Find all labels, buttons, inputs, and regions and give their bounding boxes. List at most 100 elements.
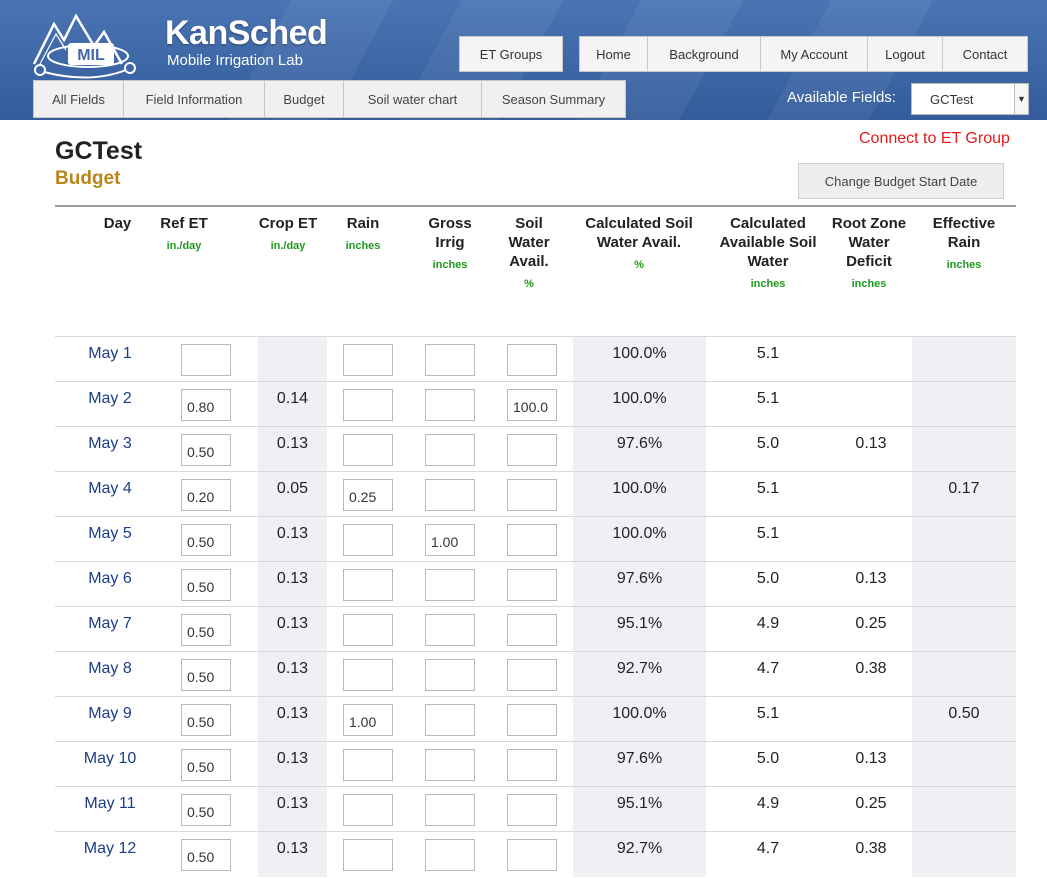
ref-et-input[interactable]: 0.50 [181, 794, 231, 826]
gross-irrig-input[interactable] [425, 434, 475, 466]
ref-et-input[interactable]: 0.50 [181, 704, 231, 736]
rain-input[interactable] [343, 569, 393, 601]
tab-all-fields[interactable]: All Fields [33, 80, 124, 118]
ref-et-input[interactable]: 0.80 [181, 389, 231, 421]
table-cell [327, 517, 409, 562]
ref-et-input[interactable]: 0.50 [181, 659, 231, 691]
soil-water-input[interactable] [507, 659, 557, 691]
change-budget-start-date-button[interactable]: Change Budget Start Date [798, 163, 1004, 199]
day-cell[interactable]: May 2 [55, 382, 165, 427]
table-row: May 1 100.0% 5.1 [55, 336, 1016, 382]
gross-irrig-input[interactable] [425, 839, 475, 871]
brand-title[interactable]: KanSched [165, 14, 328, 53]
effective-rain-cell: 0.50 [912, 697, 1016, 742]
nav-home[interactable]: Home [579, 36, 648, 72]
rain-input[interactable] [343, 749, 393, 781]
calc-available-soil-water-cell: 4.9 [756, 615, 780, 632]
soil-water-input[interactable] [507, 344, 557, 376]
field-select[interactable]: GCTest ▼ [911, 83, 1029, 115]
day-cell[interactable]: May 4 [55, 472, 165, 517]
ref-et-input[interactable]: 0.50 [181, 524, 231, 556]
gross-irrig-input[interactable] [425, 389, 475, 421]
table-cell [491, 562, 573, 607]
soil-water-input[interactable] [507, 704, 557, 736]
soil-water-input[interactable] [507, 479, 557, 511]
rain-input[interactable] [343, 839, 393, 871]
tab-season-summary[interactable]: Season Summary [481, 80, 626, 118]
tab-field-information[interactable]: Field Information [123, 80, 265, 118]
table-cell [409, 697, 491, 742]
gross-irrig-input[interactable] [425, 344, 475, 376]
ref-et-input[interactable]: 0.50 [181, 839, 231, 871]
calc-available-soil-water-cell: 5.1 [756, 525, 780, 542]
tab-soil-water-chart[interactable]: Soil water chart [343, 80, 482, 118]
soil-water-input[interactable] [507, 614, 557, 646]
day-cell[interactable]: May 7 [55, 607, 165, 652]
caret-down-icon[interactable]: ▼ [1014, 84, 1028, 114]
table-cell [409, 427, 491, 472]
day-cell[interactable]: May 9 [55, 697, 165, 742]
nav-logout[interactable]: Logout [867, 36, 943, 72]
day-cell[interactable]: May 11 [55, 787, 165, 832]
day-cell[interactable]: May 12 [55, 832, 165, 877]
tab-budget[interactable]: Budget [264, 80, 344, 118]
gross-irrig-input[interactable] [425, 794, 475, 826]
nav-background[interactable]: Background [647, 36, 761, 72]
rain-input[interactable] [343, 344, 393, 376]
day-cell[interactable]: May 1 [55, 337, 165, 382]
calc-available-soil-water-cell: 5.1 [756, 705, 780, 722]
crop-et-cell: 0.13 [258, 652, 327, 697]
connect-et-group-link[interactable]: Connect to ET Group [859, 130, 1010, 148]
ref-et-input[interactable]: 0.50 [181, 434, 231, 466]
soil-water-input[interactable] [507, 839, 557, 871]
rain-input[interactable] [343, 524, 393, 556]
day-cell[interactable]: May 8 [55, 652, 165, 697]
rain-input[interactable] [343, 659, 393, 691]
ref-et-input[interactable]: 0.50 [181, 749, 231, 781]
ref-et-input[interactable] [181, 344, 231, 376]
effective-rain-cell [912, 787, 1016, 832]
soil-water-input[interactable] [507, 749, 557, 781]
soil-water-input[interactable] [507, 524, 557, 556]
soil-water-input[interactable] [507, 434, 557, 466]
rain-input[interactable]: 1.00 [343, 704, 393, 736]
table-cell: 0.50 [165, 427, 258, 472]
table-cell [409, 832, 491, 877]
rain-input[interactable]: 0.25 [343, 479, 393, 511]
rain-input[interactable] [343, 794, 393, 826]
day-cell[interactable]: May 5 [55, 517, 165, 562]
gross-irrig-input[interactable] [425, 749, 475, 781]
day-cell[interactable]: May 6 [55, 562, 165, 607]
nav-et-groups[interactable]: ET Groups [459, 36, 563, 72]
gross-irrig-input[interactable] [425, 659, 475, 691]
gross-irrig-input[interactable] [425, 479, 475, 511]
nav-contact[interactable]: Contact [942, 36, 1028, 72]
effective-rain-cell [912, 517, 1016, 562]
soil-water-input[interactable] [507, 569, 557, 601]
gross-irrig-input[interactable] [425, 614, 475, 646]
effective-rain-cell [912, 337, 1016, 382]
table-cell: 1.00 [327, 697, 409, 742]
nav-my-account[interactable]: My Account [760, 36, 868, 72]
ref-et-input[interactable]: 0.50 [181, 569, 231, 601]
crop-et-cell: 0.13 [258, 562, 327, 607]
table-cell: 0.50 [165, 832, 258, 877]
table-cell [491, 832, 573, 877]
root-zone-deficit-cell: 0.25 [855, 615, 887, 632]
ref-et-input[interactable]: 0.50 [181, 614, 231, 646]
col-header-crop-et: Crop ET in./day [258, 215, 318, 252]
rain-input[interactable] [343, 434, 393, 466]
calc-available-soil-water-cell: 5.0 [756, 750, 780, 767]
soil-water-input[interactable] [507, 794, 557, 826]
gross-irrig-input[interactable] [425, 704, 475, 736]
soil-water-input[interactable]: 100.0 [507, 389, 557, 421]
gross-irrig-input[interactable] [425, 569, 475, 601]
calc-soil-water-pct-cell: 95.1% [573, 787, 706, 832]
rain-input[interactable] [343, 614, 393, 646]
ref-et-input[interactable]: 0.20 [181, 479, 231, 511]
effective-rain-cell [912, 382, 1016, 427]
day-cell[interactable]: May 3 [55, 427, 165, 472]
rain-input[interactable] [343, 389, 393, 421]
gross-irrig-input[interactable]: 1.00 [425, 524, 475, 556]
day-cell[interactable]: May 10 [55, 742, 165, 787]
